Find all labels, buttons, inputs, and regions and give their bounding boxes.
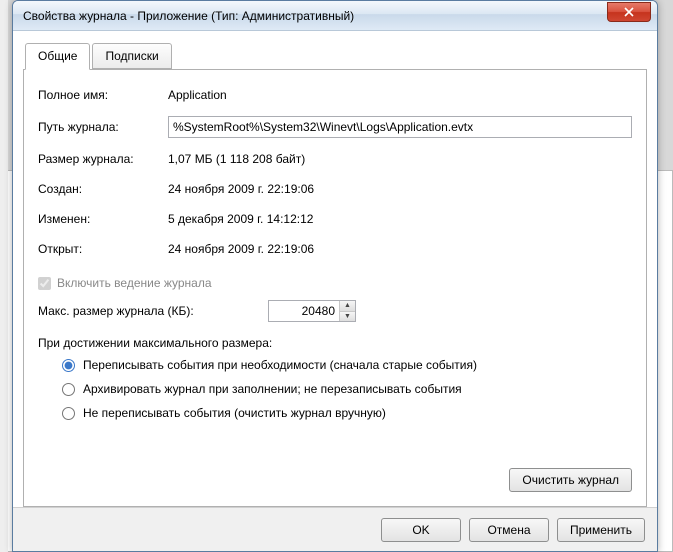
client-area: Общие Подписки Полное имя: Application П… [13, 31, 657, 507]
label-size: Размер журнала: [38, 152, 168, 166]
clear-log-button[interactable]: Очистить журнал [509, 468, 632, 492]
radio-group-when-max: Переписывать события при необходимости (… [38, 358, 632, 430]
label-max-size: Макс. размер журнала (КБ): [38, 304, 268, 318]
tabstrip: Общие Подписки [23, 43, 647, 70]
spinner-down[interactable]: ▼ [340, 312, 355, 322]
radio-none[interactable] [62, 407, 75, 420]
label-opened: Открыт: [38, 242, 168, 256]
tab-subscriptions[interactable]: Подписки [92, 43, 171, 69]
row-opened: Открыт: 24 ноября 2009 г. 22:19:06 [38, 240, 632, 258]
spinner-up[interactable]: ▲ [340, 301, 355, 312]
spinner-buttons: ▲ ▼ [339, 301, 355, 321]
spacer [38, 430, 632, 460]
radio-none-label: Не переписывать события (очистить журнал… [83, 406, 386, 420]
window-title: Свойства журнала - Приложение (Тип: Адми… [23, 9, 607, 23]
radio-overwrite-label: Переписывать события при необходимости (… [83, 358, 477, 372]
row-full-name: Полное имя: Application [38, 86, 632, 104]
tab-general[interactable]: Общие [25, 43, 90, 70]
value-created: 24 ноября 2009 г. 22:19:06 [168, 182, 632, 196]
row-size: Размер журнала: 1,07 МБ (1 118 208 байт) [38, 150, 632, 168]
label-full-name: Полное имя: [38, 88, 168, 102]
close-icon [624, 7, 634, 17]
close-button[interactable] [607, 2, 651, 22]
radio-archive-label: Архивировать журнал при заполнении; не п… [83, 382, 462, 396]
radio-row-none[interactable]: Не переписывать события (очистить журнал… [62, 406, 632, 420]
max-size-input[interactable] [269, 301, 339, 321]
apply-button[interactable]: Применить [557, 518, 645, 542]
row-enable-logging: Включить ведение журнала [38, 276, 632, 290]
background-strip [0, 0, 8, 552]
row-created: Создан: 24 ноября 2009 г. 22:19:06 [38, 180, 632, 198]
value-modified: 5 декабря 2009 г. 14:12:12 [168, 212, 632, 226]
radio-archive[interactable] [62, 383, 75, 396]
row-path: Путь журнала: [38, 116, 632, 138]
tab-general-label: Общие [38, 49, 77, 63]
cancel-button[interactable]: Отмена [469, 518, 549, 542]
radio-row-archive[interactable]: Архивировать журнал при заполнении; не п… [62, 382, 632, 396]
enable-logging-label: Включить ведение журнала [57, 276, 212, 290]
value-opened: 24 ноября 2009 г. 22:19:06 [168, 242, 632, 256]
row-max-size: Макс. размер журнала (КБ): ▲ ▼ [38, 300, 632, 322]
row-modified: Изменен: 5 декабря 2009 г. 14:12:12 [38, 210, 632, 228]
tab-subscriptions-label: Подписки [105, 49, 158, 63]
tab-body: Полное имя: Application Путь журнала: Ра… [23, 70, 647, 507]
ok-button[interactable]: OK [381, 518, 461, 542]
titlebar[interactable]: Свойства журнала - Приложение (Тип: Адми… [13, 1, 657, 31]
dialog-footer: OK Отмена Применить [13, 507, 657, 551]
properties-dialog: Свойства журнала - Приложение (Тип: Адми… [12, 0, 658, 552]
path-input[interactable] [168, 116, 632, 138]
label-when-max: При достижении максимального размера: [38, 336, 632, 350]
clear-button-row: Очистить журнал [38, 468, 632, 492]
label-path: Путь журнала: [38, 120, 168, 134]
enable-logging-checkbox [38, 277, 51, 290]
label-modified: Изменен: [38, 212, 168, 226]
label-created: Создан: [38, 182, 168, 196]
value-size: 1,07 МБ (1 118 208 байт) [168, 152, 632, 166]
radio-overwrite[interactable] [62, 359, 75, 372]
radio-row-overwrite[interactable]: Переписывать события при необходимости (… [62, 358, 632, 372]
value-full-name: Application [168, 88, 632, 102]
max-size-spinner[interactable]: ▲ ▼ [268, 300, 356, 322]
